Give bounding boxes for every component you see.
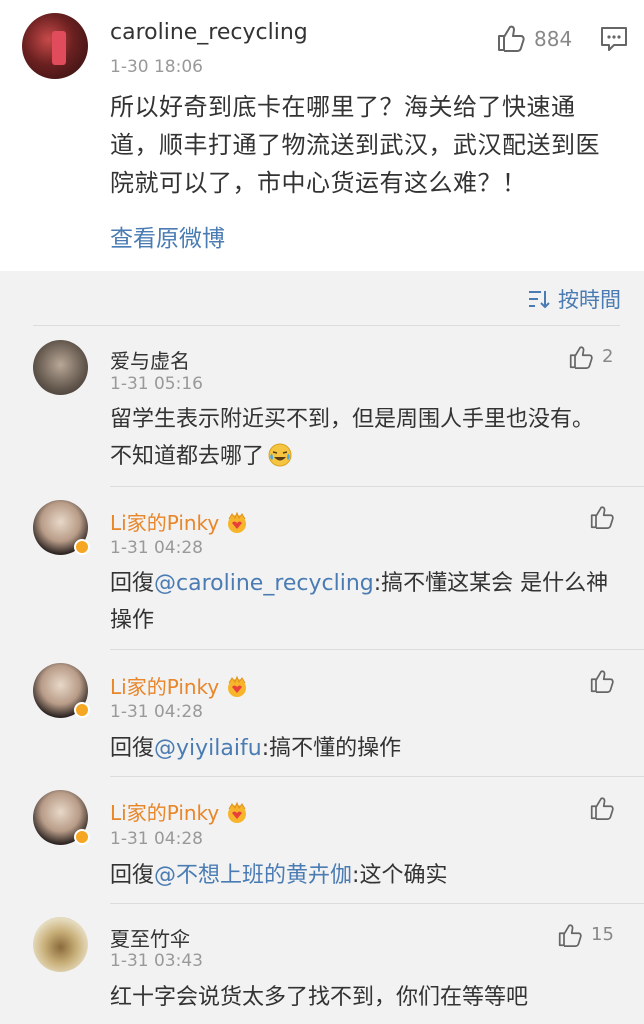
- reply-prefix: 回復: [110, 736, 155, 761]
- sort-label: 按時間: [558, 288, 621, 312]
- divider: [110, 649, 644, 650]
- divider: [110, 776, 644, 777]
- avatar[interactable]: [33, 917, 88, 972]
- comment-time: 1-31 04:28: [110, 702, 203, 722]
- verified-badge: [74, 829, 90, 845]
- comment-text-body: 留学生表示附近买不到，但是周围人手里也没有。不知道都去哪了: [110, 407, 595, 469]
- thumbs-up-icon[interactable]: [589, 669, 615, 693]
- main-post-text: 所以好奇到底卡在哪里了？海关给了快速通道，顺丰打通了物流送到武汉，武汉配送到医院…: [110, 93, 600, 197]
- mention-link[interactable]: @yiyilaifu: [154, 736, 262, 761]
- mention-link[interactable]: @不想上班的黄卉伽: [154, 863, 352, 888]
- crying-laughing-emoji-icon: [268, 443, 292, 467]
- comment-text-body: :搞不懂的操作: [261, 736, 402, 761]
- comment-username[interactable]: 爱与虚名: [110, 345, 190, 374]
- comment-username[interactable]: Li家的Pinky: [110, 507, 249, 536]
- sort-icon: [529, 291, 550, 309]
- comment-text: 留学生表示附近买不到，但是周围人手里也没有。不知道都去哪了: [110, 401, 610, 475]
- mention-link[interactable]: @caroline_recycling: [154, 571, 374, 596]
- comment-username-text: Li家的Pinky: [110, 675, 220, 699]
- comment-time: 1-31 04:28: [110, 829, 203, 849]
- comment-username-text: Li家的Pinky: [110, 511, 220, 535]
- avatar[interactable]: [22, 13, 88, 79]
- reply-prefix: 回復: [110, 863, 155, 888]
- main-post-username[interactable]: caroline_recycling: [110, 20, 308, 45]
- thumbs-up-icon[interactable]: [568, 345, 594, 369]
- thumbs-up-icon[interactable]: [589, 796, 615, 820]
- comment-like-count: 2: [602, 346, 614, 367]
- comment-text: 回復@不想上班的黄卉伽:这个确实: [110, 857, 610, 894]
- main-post-like-count: 884: [534, 27, 573, 51]
- divider: [110, 486, 644, 487]
- comment-username[interactable]: 夏至竹伞: [110, 923, 190, 952]
- reply-prefix: 回復: [110, 571, 155, 596]
- vip-crown-icon: [228, 675, 247, 697]
- thumbs-up-icon[interactable]: [557, 923, 583, 947]
- view-original-link[interactable]: 查看原微博: [110, 219, 225, 253]
- vip-crown-icon: [228, 511, 247, 533]
- comment-time: 1-31 04:28: [110, 538, 203, 558]
- comment-icon[interactable]: [600, 26, 628, 52]
- avatar[interactable]: [33, 340, 88, 395]
- vip-crown-icon: [228, 801, 247, 823]
- comment-like-count: 15: [591, 924, 614, 945]
- verified-badge: [74, 702, 90, 718]
- sort-toggle[interactable]: 按時間: [528, 284, 621, 314]
- comment-time: 1-31 05:16: [110, 374, 203, 394]
- thumbs-up-icon[interactable]: [589, 505, 615, 529]
- main-post-time: 1-30 18:06: [110, 57, 203, 77]
- comment-username-text: Li家的Pinky: [110, 801, 220, 825]
- comment-text: 红十字会说货太多了找不到，你们在等等吧: [110, 985, 529, 1010]
- comment-time: 1-31 03:43: [110, 951, 203, 971]
- thumbs-up-icon[interactable]: [496, 24, 526, 52]
- divider: [33, 325, 620, 326]
- comment-text-body: :这个确实: [352, 863, 448, 888]
- comment-text: 回復@yiyilaifu:搞不懂的操作: [110, 730, 610, 767]
- verified-badge: [74, 539, 90, 555]
- divider: [110, 903, 644, 904]
- main-post: caroline_recycling 1-30 18:06 884 所以好奇到底…: [0, 0, 644, 271]
- comment-text: 回復@caroline_recycling:搞不懂这某会 是什么神操作: [110, 565, 610, 639]
- comment-username[interactable]: Li家的Pinky: [110, 797, 249, 826]
- comment-username[interactable]: Li家的Pinky: [110, 671, 249, 700]
